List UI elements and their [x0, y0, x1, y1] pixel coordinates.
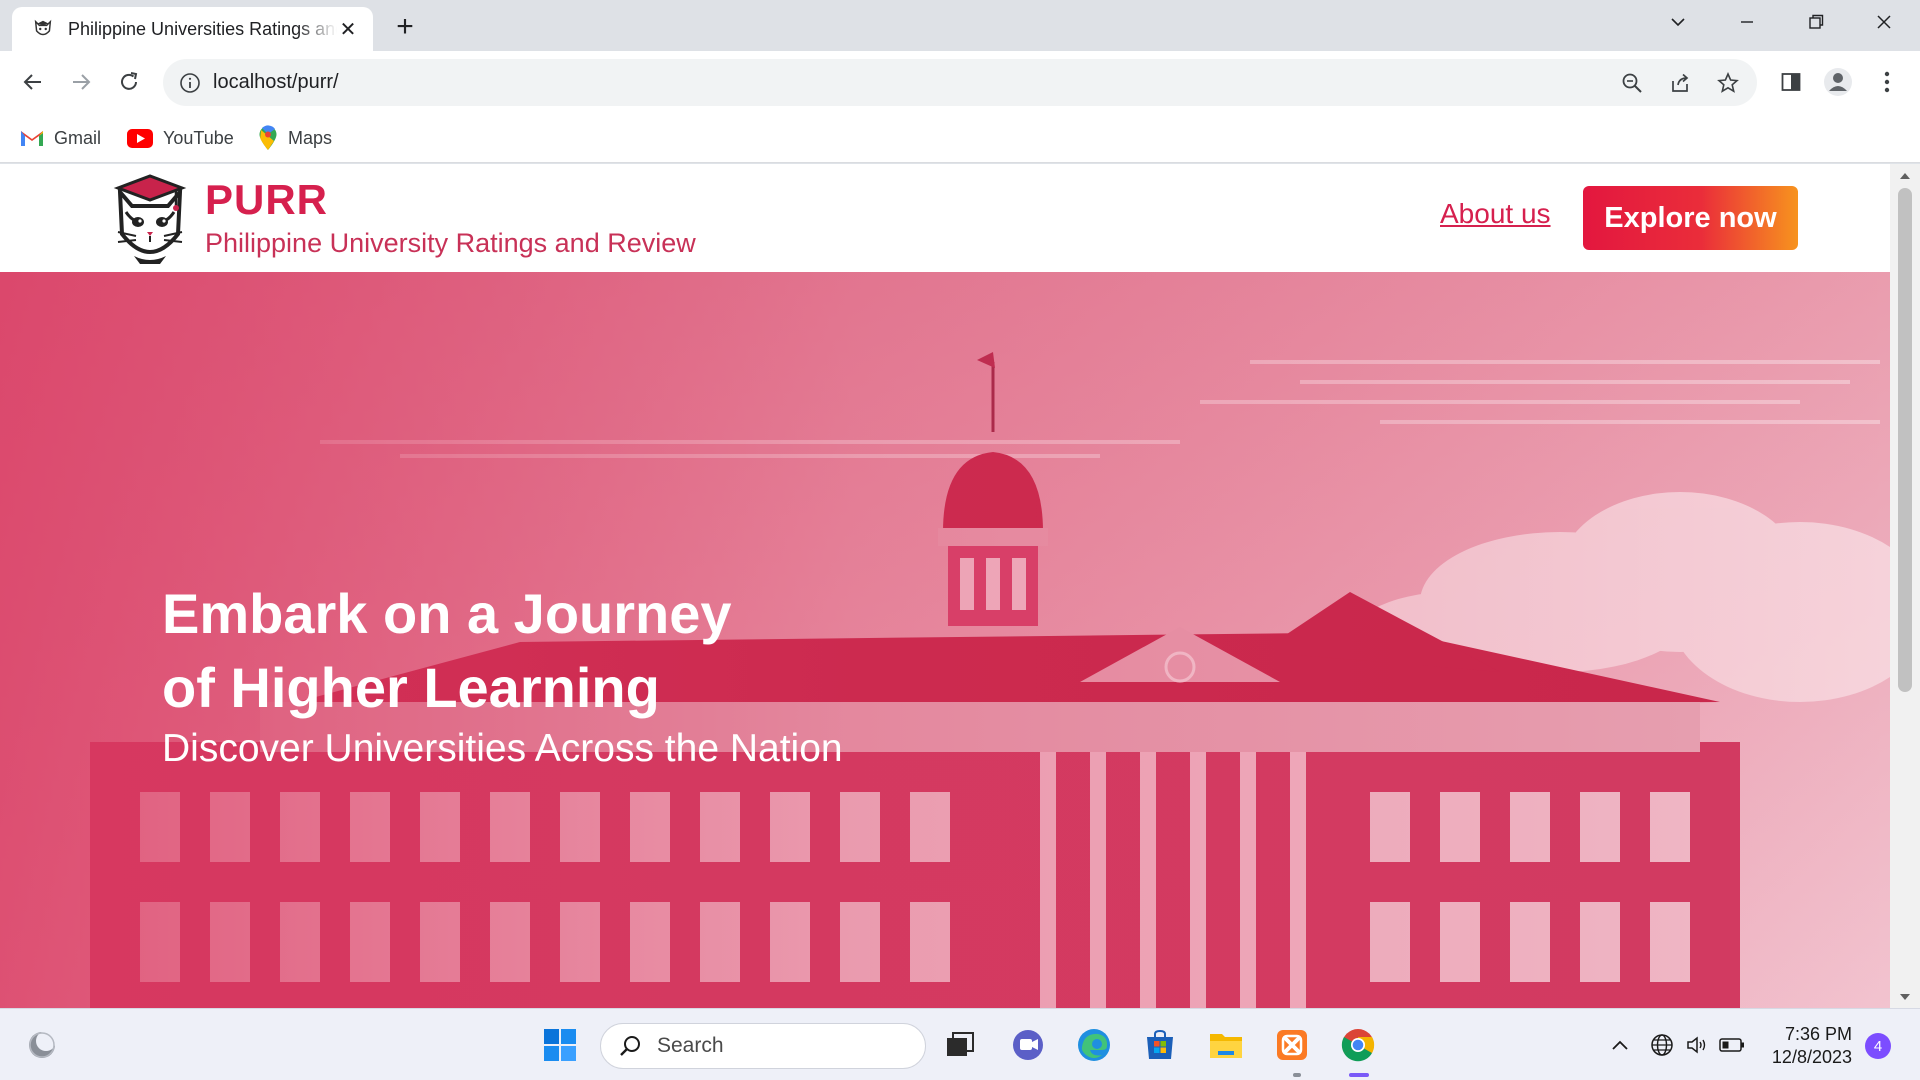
bookmark-maps[interactable]: Maps — [258, 123, 332, 153]
minimize-icon[interactable] — [1729, 8, 1765, 36]
browser-toolbar: localhost/purr/ — [0, 51, 1920, 113]
scroll-up-arrow-icon[interactable] — [1890, 164, 1920, 186]
start-windows-icon[interactable] — [538, 1023, 582, 1067]
file-explorer-icon[interactable] — [1204, 1023, 1248, 1067]
windows-taskbar: Search 7:36 PM 12/8/2023 4 — [0, 1008, 1920, 1080]
brand-tagline: Philippine University Ratings and Review — [205, 228, 696, 258]
system-clock[interactable]: 7:36 PM 12/8/2023 — [1762, 1023, 1852, 1069]
tab-title: Philippine Universities Ratings and Revi… — [68, 18, 337, 39]
site-info-icon[interactable] — [179, 72, 201, 94]
maps-icon — [259, 125, 277, 150]
hero-banner: Embark on a Journey of Higher Learning D… — [0, 272, 1890, 1008]
url-text: localhost/purr/ — [213, 71, 339, 93]
explore-now-button[interactable]: Explore now — [1583, 186, 1798, 250]
edge-browser-icon[interactable] — [1072, 1023, 1116, 1067]
tab-strip: Philippine Universities Ratings and Revi… — [0, 0, 1920, 51]
back-icon[interactable] — [15, 64, 51, 100]
youtube-icon — [127, 128, 153, 148]
browser-tab[interactable]: Philippine Universities Ratings and Revi… — [12, 7, 373, 51]
xampp-running-indicator — [1293, 1073, 1301, 1077]
chrome-active-indicator — [1349, 1073, 1369, 1077]
brand-name: PURR — [205, 176, 329, 223]
bookmark-youtube[interactable]: YouTube — [127, 123, 234, 153]
cat-logo-icon — [34, 19, 52, 36]
task-view-icon[interactable] — [938, 1023, 982, 1067]
search-icon — [620, 1036, 640, 1056]
clock-time: 7:36 PM — [1784, 1024, 1852, 1044]
taskbar-search-box[interactable]: Search — [600, 1023, 926, 1069]
battery-icon[interactable] — [1718, 1031, 1746, 1059]
side-panel-icon[interactable] — [1774, 65, 1808, 99]
clock-date: 12/8/2023 — [1771, 1047, 1852, 1067]
tab-search-chevron-icon[interactable] — [1660, 8, 1696, 36]
zoom-icon[interactable] — [1617, 68, 1647, 98]
close-window-icon[interactable] — [1866, 8, 1902, 36]
share-icon[interactable] — [1665, 68, 1695, 98]
network-globe-icon[interactable] — [1648, 1031, 1676, 1059]
scroll-down-arrow-icon[interactable] — [1890, 986, 1920, 1008]
chrome-taskbar-icon[interactable] — [1336, 1023, 1380, 1067]
teams-chat-icon[interactable] — [1006, 1023, 1050, 1067]
hero-subtitle: Discover Universities Across the Nation — [162, 727, 843, 770]
forward-icon[interactable] — [63, 64, 99, 100]
show-hidden-icons-chevron-icon[interactable] — [1606, 1031, 1634, 1059]
microsoft-store-icon[interactable] — [1138, 1023, 1182, 1067]
tab-close-icon[interactable]: ✕ — [337, 18, 359, 41]
gmail-icon — [21, 131, 43, 146]
about-us-link[interactable]: About us — [1440, 198, 1551, 230]
bookmarks-bar: Gmail YouTube Maps — [0, 113, 1920, 163]
hero-title: Embark on a Journey of Higher Learning — [162, 582, 732, 719]
scrollbar-thumb[interactable] — [1898, 188, 1912, 692]
reload-icon[interactable] — [111, 64, 147, 100]
restore-icon[interactable] — [1798, 8, 1834, 36]
notification-badge[interactable]: 4 — [1865, 1033, 1891, 1059]
bookmark-star-icon[interactable] — [1713, 68, 1743, 98]
page-scrollbar[interactable] — [1890, 164, 1920, 1008]
chrome-menu-icon[interactable] — [1870, 65, 1904, 99]
xampp-icon[interactable] — [1270, 1023, 1314, 1067]
volume-speaker-icon[interactable] — [1683, 1031, 1711, 1059]
widgets-weather-icon[interactable] — [20, 1023, 64, 1067]
profile-avatar-icon[interactable] — [1821, 65, 1855, 99]
cat-mascot-logo[interactable] — [112, 172, 188, 266]
address-bar[interactable]: localhost/purr/ — [163, 59, 1757, 106]
page-viewport: PURR Philippine University Ratings and R… — [0, 164, 1890, 1008]
new-tab-icon[interactable]: + — [390, 10, 420, 43]
site-header: PURR Philippine University Ratings and R… — [0, 164, 1890, 272]
bookmark-gmail[interactable]: Gmail — [20, 123, 101, 153]
